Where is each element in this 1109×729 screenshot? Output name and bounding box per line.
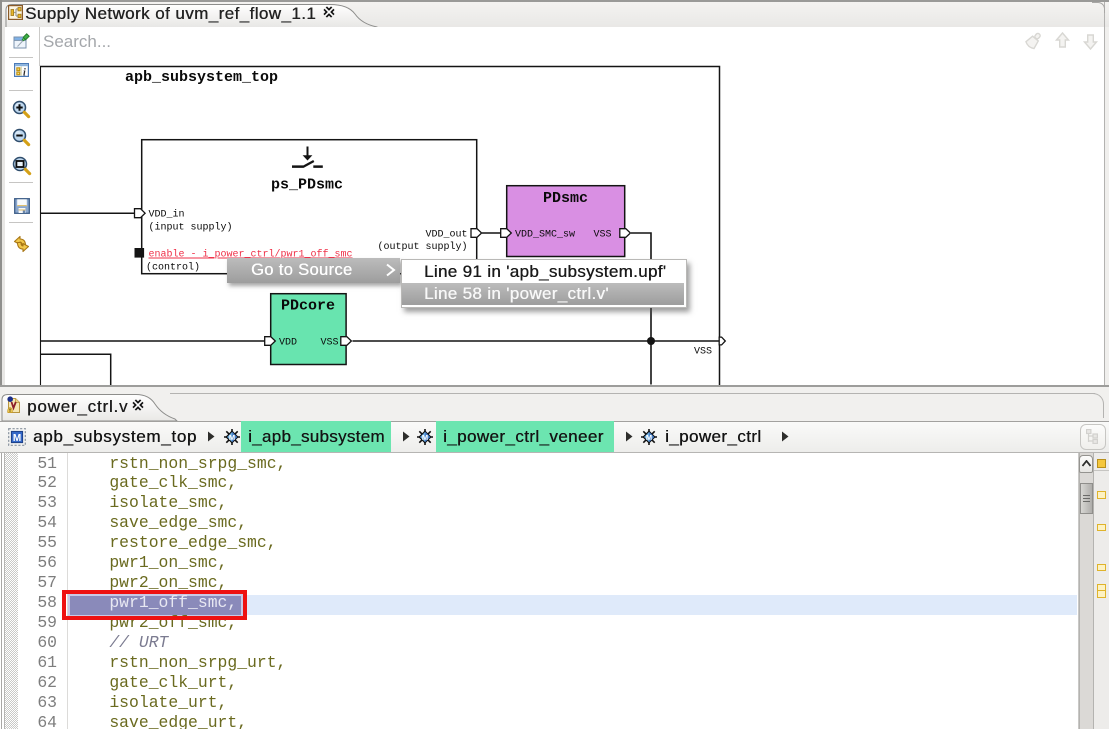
svg-text:VSS: VSS — [593, 230, 611, 241]
svg-text:M: M — [229, 433, 235, 442]
svg-text:M: M — [646, 433, 652, 442]
svg-text:apb_subsystem_top: apb_subsystem_top — [125, 69, 278, 86]
svg-text:VDD: VDD — [279, 338, 297, 349]
svg-text:PDsmc: PDsmc — [543, 190, 588, 207]
svg-text:VDD_SMC_sw: VDD_SMC_sw — [515, 230, 575, 241]
svg-text:(input supply): (input supply) — [149, 222, 233, 234]
svg-text:(output supply): (output supply) — [377, 241, 467, 253]
svg-text:VDD_in: VDD_in — [149, 209, 185, 221]
svg-text:M: M — [13, 433, 21, 444]
svg-text:VSS: VSS — [694, 347, 712, 358]
svg-text:PDcore: PDcore — [281, 298, 335, 315]
svg-text:(control): (control) — [146, 262, 200, 274]
svg-text:M: M — [422, 433, 428, 442]
svg-text:VDD_out: VDD_out — [425, 230, 467, 241]
svg-text:i: i — [23, 67, 26, 77]
svg-text:VSS: VSS — [320, 338, 338, 349]
svg-text:ps_PDsmc: ps_PDsmc — [271, 177, 343, 194]
